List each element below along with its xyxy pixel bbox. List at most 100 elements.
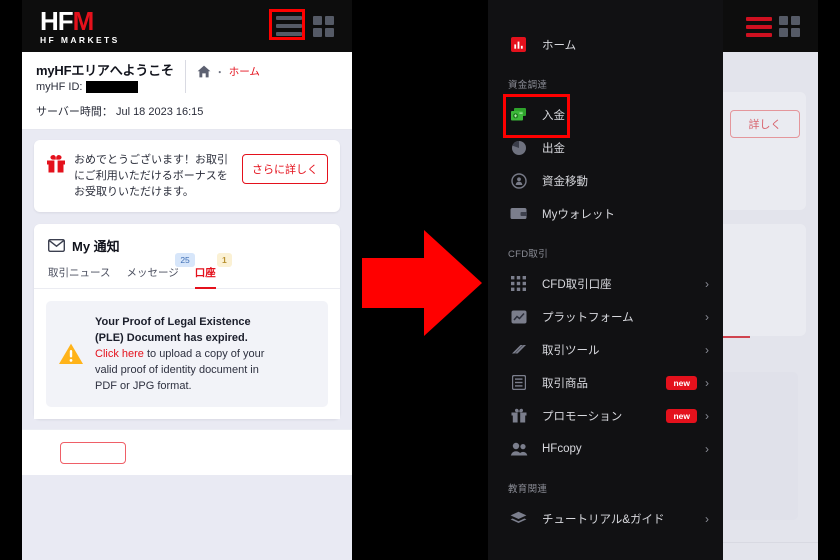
- menu-item-label: プロモーション: [542, 410, 623, 423]
- logo-tagline: HF MARKETS: [40, 35, 120, 45]
- new-badge: new: [666, 375, 697, 390]
- chevron-right-icon: ›: [705, 309, 709, 324]
- menu-item-label: 資金移動: [542, 175, 588, 188]
- chevron-right-icon: ›: [705, 342, 709, 357]
- logo-text-m: M: [72, 6, 95, 36]
- ple-line-2: (PLE) Document has expired.: [95, 332, 248, 344]
- hamburger-menu-button[interactable]: [269, 9, 306, 40]
- new-badge: new: [666, 408, 697, 423]
- menu-item-home[interactable]: ホーム: [488, 28, 723, 61]
- tab-trading-news[interactable]: 取引ニュース: [48, 265, 110, 289]
- people-icon: [508, 442, 529, 456]
- grid-icon[interactable]: [313, 15, 334, 37]
- transfer-icon: [508, 172, 529, 189]
- bonus-card: おめでとうございます！お取引にご利用いただけるボーナスをお受取りいただけます。 …: [34, 140, 340, 212]
- breadcrumb-home-link[interactable]: ホーム: [229, 64, 260, 79]
- chevron-right-icon: ›: [705, 441, 709, 456]
- ple-upload-link[interactable]: Click here: [95, 348, 144, 360]
- deposit-green-icon: [508, 107, 529, 122]
- withdraw-icon: [508, 140, 529, 156]
- menu-item-tutorials-guides[interactable]: チュートリアル&ガイド ›: [488, 502, 723, 535]
- welcome-header: myHFエリアへようこそ myHF ID: ・ ホーム: [22, 52, 352, 99]
- notifications-card: My 通知 取引ニュース メッセージ 25 口座 1 Your Proof of…: [34, 224, 340, 419]
- platform-icon: [508, 310, 529, 324]
- menu-item-hfcopy[interactable]: HFcopy ›: [488, 432, 723, 465]
- myhf-id-row: myHF ID:: [36, 81, 174, 93]
- accounts-badge: 1: [217, 253, 232, 267]
- chevron-right-icon: ›: [705, 511, 709, 526]
- menu-item-transfer[interactable]: 資金移動: [488, 164, 723, 197]
- menu-item-deposit[interactable]: 入金: [488, 98, 723, 131]
- menu-item-platforms[interactable]: プラットフォーム ›: [488, 300, 723, 333]
- menu-item-label: チュートリアル&ガイド: [542, 513, 665, 526]
- tools-icon: [508, 342, 529, 357]
- tab-messages[interactable]: メッセージ 25: [126, 253, 195, 289]
- grid-icon[interactable]: [779, 16, 800, 37]
- hamburger-icon: [276, 16, 302, 36]
- server-time: サーバー時間： Jul 18 2023 16:15: [22, 99, 352, 130]
- menu-item-my-wallet[interactable]: Myウォレット: [488, 197, 723, 230]
- tab-accounts[interactable]: 口座 1: [194, 253, 232, 289]
- learn-more-button[interactable]: さらに詳しく: [242, 154, 328, 184]
- tab-label: 取引ニュース: [48, 267, 111, 279]
- wallet-icon: [508, 207, 529, 220]
- myhf-id-label: myHF ID:: [36, 81, 83, 93]
- ple-rest-2: valid proof of identity document in: [95, 364, 259, 376]
- section-header-education: 教育関連: [508, 484, 548, 495]
- chart-red-icon: [508, 37, 529, 52]
- mail-icon: [48, 239, 65, 252]
- menu-item-cfd-accounts[interactable]: CFD取引口座 ›: [488, 267, 723, 300]
- header-divider: [184, 60, 186, 93]
- menu-item-label: プラットフォーム: [542, 311, 634, 324]
- tab-label: メッセージ: [126, 267, 179, 279]
- right-screenshot-panel: 詳しく ence ired. f your nt in: [488, 0, 840, 560]
- ple-rest-3: PDF or JPG format.: [95, 380, 192, 392]
- footer-action-button[interactable]: [60, 442, 126, 464]
- menu-item-promotions[interactable]: プロモーション new ›: [488, 399, 723, 432]
- page-footer: [22, 429, 352, 475]
- menu-item-trading-tools[interactable]: 取引ツール ›: [488, 333, 723, 366]
- right-arrow-icon: [362, 230, 482, 336]
- myhf-id-redaction: [86, 81, 139, 93]
- menu-item-label: Myウォレット: [542, 208, 615, 221]
- chevron-right-icon: ›: [705, 375, 709, 390]
- left-screenshot-panel: HFM HF MARKETS myHFエリアへようこそ myHF ID: ・ ホ…: [0, 0, 352, 560]
- hamburger-icon[interactable]: [746, 16, 772, 37]
- notifications-header: My 通知: [34, 234, 340, 255]
- section-header-funding: 資金調達: [508, 80, 548, 91]
- screenshot-stage: HFM HF MARKETS myHFエリアへようこそ myHF ID: ・ ホ…: [0, 0, 840, 560]
- logo-wordmark: HFM: [40, 8, 120, 34]
- menu-item-withdraw[interactable]: 出金: [488, 131, 723, 164]
- bonus-message: おめでとうございます！お取引にご利用いただけるボーナスをお受取りいただけます。: [74, 154, 228, 198]
- warning-icon: [59, 343, 83, 364]
- breadcrumb-separator: ・: [214, 68, 225, 79]
- ple-message: Your Proof of Legal Existence (PLE) Docu…: [95, 314, 264, 394]
- menu-item-label: 取引ツール: [542, 344, 600, 357]
- chevron-right-icon: ›: [705, 276, 709, 291]
- menu-item-label: CFD取引口座: [542, 278, 612, 291]
- welcome-left-block: myHFエリアへようこそ myHF ID:: [36, 60, 174, 93]
- breadcrumb: ・ ホーム: [197, 60, 260, 79]
- logo-text-hf: HF: [40, 6, 74, 36]
- gift-icon: [47, 154, 65, 173]
- ple-line-1: Your Proof of Legal Existence: [95, 316, 251, 328]
- topbar-icon-group-right: [746, 16, 800, 37]
- topbar-icon-group: [269, 9, 334, 40]
- page-title: myHFエリアへようこそ: [36, 63, 174, 78]
- menu-item-label: ホーム: [542, 39, 577, 52]
- hfm-logo: HFM HF MARKETS: [40, 8, 120, 45]
- ple-rest-1: to upload a copy of your: [143, 348, 265, 360]
- page-body: おめでとうございます！お取引にご利用いただけるボーナスをお受取りいただけます。 …: [22, 130, 352, 429]
- ple-notice-wrap: Your Proof of Legal Existence (PLE) Docu…: [34, 289, 340, 419]
- notification-tabs: 取引ニュース メッセージ 25 口座 1: [34, 253, 340, 289]
- chevron-right-icon: ›: [705, 408, 709, 423]
- app-topbar: HFM HF MARKETS: [22, 0, 352, 52]
- gift-icon: [508, 408, 529, 423]
- home-icon: [197, 65, 211, 78]
- menu-item-label: HFcopy: [542, 442, 582, 455]
- grid-dots-icon: [508, 276, 529, 291]
- menu-item-label: 取引商品: [542, 377, 588, 390]
- list-icon: [508, 375, 529, 390]
- menu-item-label: 出金: [542, 142, 565, 155]
- menu-item-instruments[interactable]: 取引商品 new ›: [488, 366, 723, 399]
